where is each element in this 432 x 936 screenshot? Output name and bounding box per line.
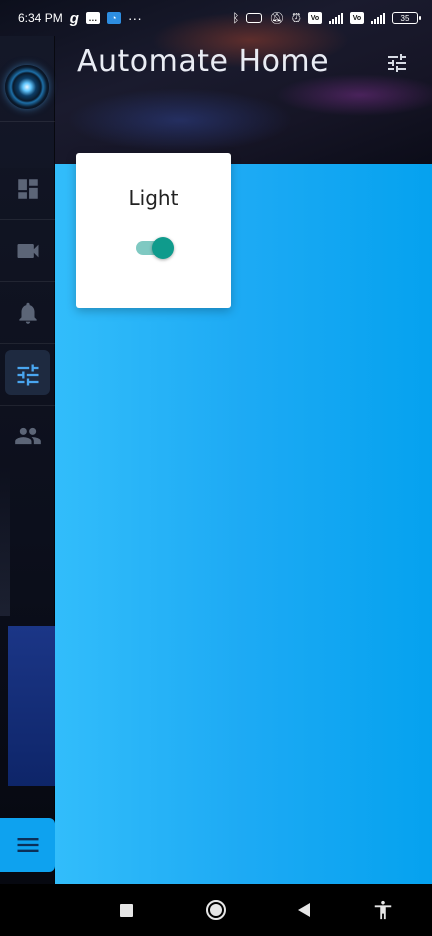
toggle-thumb	[152, 237, 174, 259]
speed-icon: ◔	[106, 12, 121, 24]
sidebar-item-notifications[interactable]	[0, 283, 55, 343]
status-right: ᛒ 🔕︎ ⏰︎ Vo Vo 35	[232, 11, 421, 25]
accessibility-icon	[374, 900, 392, 920]
sliders-icon	[17, 364, 38, 386]
app-logo	[5, 65, 49, 109]
sidebar-item-users[interactable]	[0, 406, 55, 466]
people-icon	[14, 427, 41, 445]
card-title: Light	[128, 186, 179, 210]
videocam-icon	[17, 244, 38, 258]
accessibility-button[interactable]	[369, 896, 397, 924]
square-icon	[119, 903, 133, 917]
vibrate-icon	[246, 13, 263, 23]
hamburger-icon	[17, 838, 38, 852]
volte-icon-2: Vo	[350, 12, 364, 24]
dashboard-icon	[17, 179, 38, 199]
signal-icon-1	[329, 12, 343, 24]
g-icon: g	[69, 9, 79, 27]
back-button[interactable]	[290, 896, 318, 924]
battery-icon: 35	[392, 12, 421, 24]
bluetooth-icon: ᛒ	[232, 11, 240, 25]
sidebar-divider	[0, 281, 55, 282]
sliders-icon	[388, 54, 406, 72]
app-title: Automate Home	[77, 44, 330, 79]
sidebar-decoration	[0, 466, 10, 616]
bell-icon	[18, 302, 37, 324]
sidebar-item-camera[interactable]	[0, 221, 55, 281]
recents-button[interactable]	[112, 896, 140, 924]
volte-icon-1: Vo	[308, 12, 322, 24]
message-icon: …	[85, 12, 100, 24]
battery-level: 35	[400, 13, 410, 23]
back-triangle-icon	[298, 903, 310, 917]
sidebar-divider	[0, 219, 55, 220]
sidebar-decoration-blue	[8, 626, 55, 786]
menu-button[interactable]	[0, 818, 55, 872]
sidebar-divider	[0, 343, 55, 344]
alarm-icon: ⏰︎	[291, 11, 301, 25]
light-toggle[interactable]	[134, 236, 176, 260]
status-left: 6:34 PM g … ◔ ···	[18, 11, 142, 26]
sidebar-divider	[0, 121, 55, 122]
status-bar: 6:34 PM g … ◔ ··· ᛒ 🔕︎ ⏰︎ Vo Vo 35	[0, 0, 432, 36]
sidebar-item-controls[interactable]	[0, 345, 55, 405]
more-dots-icon: ···	[127, 10, 142, 26]
header-settings-button[interactable]	[384, 50, 410, 76]
home-circle-icon	[206, 900, 226, 920]
light-card	[76, 153, 231, 308]
sidebar-item-dashboard[interactable]	[0, 159, 55, 219]
home-button[interactable]	[202, 896, 230, 924]
system-nav-bar	[0, 884, 432, 936]
bell-off-icon: 🔕︎	[269, 11, 285, 25]
signal-icon-2	[371, 12, 385, 24]
status-time: 6:34 PM	[18, 11, 63, 25]
